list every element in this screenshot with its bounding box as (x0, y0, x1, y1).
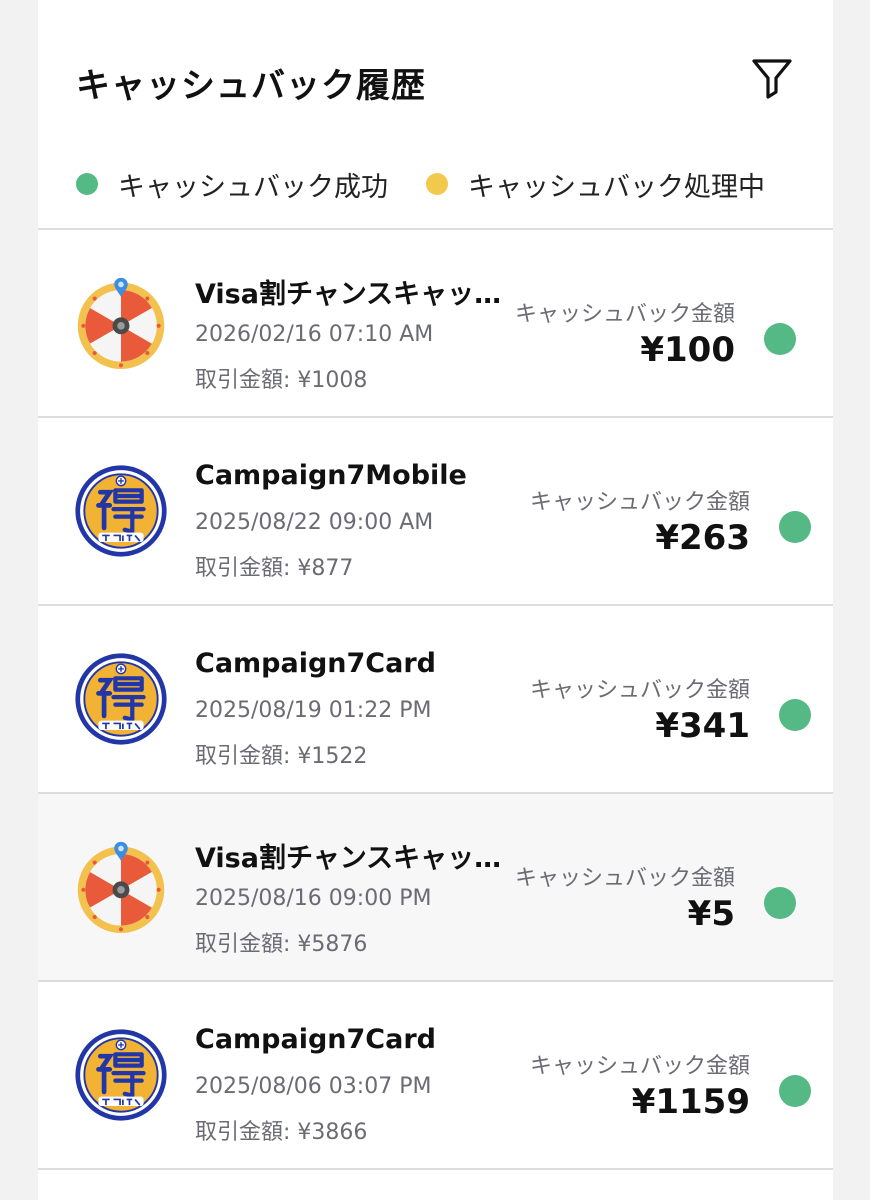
cashback-amount: ¥1159 (631, 1082, 750, 1122)
legend-label-success: キャッシュバック成功 (118, 171, 388, 203)
status-dot-success (764, 887, 796, 919)
transaction-amount: 取引金額: ¥1008 (195, 362, 367, 394)
transaction-amount-label: 取引金額: (195, 1120, 298, 1145)
status-dot-success (779, 1075, 811, 1107)
transaction-amount: 取引金額: ¥1522 (195, 738, 367, 770)
history-header: キャッシュバック履歴 キャッシュバック成功 キャッシュバック処理中 (38, 0, 833, 230)
transaction-amount-label: 取引金額: (195, 556, 298, 581)
transaction-amount-label: 取引金額: (195, 932, 298, 957)
toku-daore-badge-icon (74, 652, 168, 746)
transaction-amount-value: ¥5876 (297, 932, 368, 957)
page-title: キャッシュバック履歴 (76, 66, 426, 106)
transaction-amount: 取引金額: ¥3866 (195, 1114, 367, 1146)
cashback-amount-label: キャッシュバック金額 (514, 302, 735, 327)
toku-daore-badge-icon (74, 1028, 168, 1122)
cashback-amount: ¥5 (687, 894, 735, 934)
transaction-date: 2025/08/16 09:00 PM (195, 886, 432, 911)
filter-button[interactable] (748, 54, 796, 102)
transaction-amount-value: ¥3866 (297, 1120, 368, 1145)
list-item[interactable]: Campaign7Mobile 2025/08/22 09:00 AM 取引金額… (38, 418, 833, 606)
campaign-name: Campaign7Card (195, 648, 436, 679)
roulette-wheel-icon (74, 276, 168, 370)
transaction-amount-label: 取引金額: (195, 744, 298, 769)
legend-label-processing: キャッシュバック処理中 (468, 171, 765, 203)
status-dot-success (779, 511, 811, 543)
transaction-amount: 取引金額: ¥877 (195, 550, 353, 582)
list-item[interactable]: Visa割チャンスキャッシュバック 2026/02/16 07:10 AM 取引… (38, 230, 833, 418)
transaction-amount-value: ¥1008 (297, 368, 368, 393)
transaction-amount-value: ¥1522 (297, 744, 368, 769)
filter-icon (752, 59, 792, 99)
list-item[interactable]: Campaign7Card 2025/08/19 01:22 PM 取引金額: … (38, 606, 833, 794)
cashback-amount-label: キャッシュバック金額 (529, 1054, 750, 1079)
legend-dot-processing (426, 173, 448, 195)
cashback-amount: ¥341 (655, 706, 750, 746)
campaign-name: Visa割チャンスキャッシュバック (195, 279, 505, 310)
campaign-name: Campaign7Card (195, 1024, 436, 1055)
status-legend: キャッシュバック成功 キャッシュバック処理中 (76, 164, 803, 204)
cashback-amount: ¥263 (655, 518, 750, 558)
legend-dot-success (76, 173, 98, 195)
transaction-amount-value: ¥877 (297, 556, 354, 581)
cashback-amount-label: キャッシュバック金額 (529, 678, 750, 703)
list-item[interactable]: Campaign7Card 2025/08/06 03:07 PM 取引金額: … (38, 982, 833, 1170)
transaction-date: 2025/08/19 01:22 PM (195, 698, 432, 723)
status-dot-success (764, 323, 796, 355)
list-item[interactable]: Visa割チャンスキャッシュバック 2025/08/16 09:00 PM 取引… (38, 794, 833, 982)
cashback-amount-label: キャッシュバック金額 (529, 490, 750, 515)
roulette-wheel-icon (74, 840, 168, 934)
cashback-amount-label: キャッシュバック金額 (514, 866, 735, 891)
campaign-name: Campaign7Mobile (195, 460, 467, 491)
transaction-amount-label: 取引金額: (195, 368, 298, 393)
toku-daore-badge-icon (74, 464, 168, 558)
transaction-date: 2026/02/16 07:10 AM (195, 322, 434, 347)
cashback-amount: ¥100 (640, 330, 735, 370)
transaction-amount: 取引金額: ¥5876 (195, 926, 367, 958)
status-dot-success (779, 699, 811, 731)
cashback-history-card: キャッシュバック履歴 キャッシュバック成功 キャッシュバック処理中 Visa割チ… (38, 0, 833, 1200)
transaction-date: 2025/08/06 03:07 PM (195, 1074, 432, 1099)
transaction-date: 2025/08/22 09:00 AM (195, 510, 434, 535)
campaign-name: Visa割チャンスキャッシュバック (195, 843, 505, 874)
